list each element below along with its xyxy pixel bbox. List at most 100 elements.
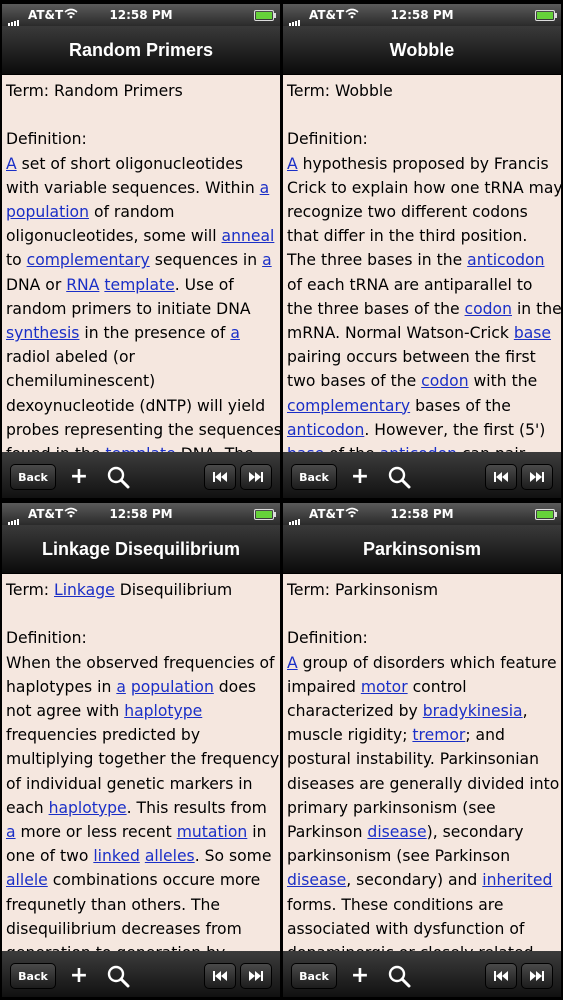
text-line: allele combinations occure more (6, 868, 278, 892)
text-line: multiplying together the frequency (6, 747, 280, 771)
glossary-link[interactable]: base (287, 445, 324, 452)
text-segment: multiplying together the frequency (6, 750, 280, 769)
text-line: Term: Wobble (287, 79, 559, 103)
glossary-link[interactable]: a (260, 179, 270, 197)
definition-content[interactable]: Term: Wobble Definition: A hypothesis pro… (283, 75, 561, 452)
glossary-link[interactable]: template (105, 445, 175, 452)
glossary-link[interactable]: alleles (145, 847, 195, 865)
back-button[interactable]: Back (291, 464, 337, 490)
next-term-button[interactable] (521, 464, 553, 490)
previous-term-button[interactable] (204, 464, 236, 490)
text-line: population of random (6, 200, 278, 224)
text-line: anticodon. However, the first (5') (287, 418, 559, 442)
text-segment: in (247, 823, 267, 842)
glossary-link[interactable]: codon (465, 300, 512, 318)
glossary-link[interactable]: disease (287, 871, 346, 889)
text-line: Term: Parkinsonism (287, 578, 559, 602)
text-line: oligonucleotides, some will anneal (6, 224, 278, 248)
text-segment: parkinsonism (see Parkinson (287, 847, 511, 866)
previous-term-button[interactable] (485, 963, 517, 989)
text-segment: . This results from (126, 798, 267, 817)
status-time: 12:58 PM (109, 8, 173, 22)
definition-content[interactable]: Term: Linkage Disequilibrium Definition:… (2, 574, 280, 951)
glossary-link[interactable]: complementary (27, 251, 150, 269)
add-bookmark-button[interactable]: + (347, 963, 373, 989)
glossary-link[interactable]: disease (367, 823, 426, 841)
status-time: 12:58 PM (109, 507, 173, 521)
text-segment: . So some (194, 847, 272, 866)
add-bookmark-button[interactable]: + (66, 963, 92, 989)
next-term-button[interactable] (240, 464, 272, 490)
navigation-bar: Linkage Disequilibrium (2, 525, 280, 574)
text-line: of each tRNA are antiparallel to (287, 273, 559, 297)
glossary-link[interactable]: base (514, 324, 551, 342)
add-bookmark-button[interactable]: + (347, 464, 373, 490)
bottom-toolbar: Back + (283, 951, 561, 997)
glossary-link[interactable]: a (116, 678, 126, 696)
text-line: Definition: (287, 127, 559, 151)
add-bookmark-button[interactable]: + (66, 464, 92, 490)
text-line: A hypothesis proposed by Francis (287, 152, 559, 176)
glossary-link[interactable]: population (6, 203, 89, 221)
glossary-link[interactable]: linked (93, 847, 140, 865)
search-button[interactable] (385, 463, 413, 491)
search-button[interactable] (104, 962, 132, 990)
glossary-link[interactable]: A (287, 155, 298, 173)
glossary-link[interactable]: A (287, 654, 298, 672)
glossary-link[interactable]: allele (6, 871, 48, 889)
glossary-link[interactable]: anticodon (380, 445, 457, 452)
glossary-link[interactable]: anticodon (467, 251, 544, 269)
battery-icon (254, 509, 276, 520)
text-line: pairing occurs between the first (287, 345, 559, 369)
glossary-link[interactable]: haplotype (49, 799, 127, 817)
glossary-link[interactable]: template (104, 276, 174, 294)
previous-term-button[interactable] (204, 963, 236, 989)
text-segment: associated with dysfunction of (287, 919, 525, 938)
glossary-link[interactable]: a (230, 324, 240, 342)
glossary-link[interactable]: mutation (177, 823, 248, 841)
search-button[interactable] (104, 463, 132, 491)
glossary-link[interactable]: anneal (222, 227, 275, 245)
text-line: Term: Random Primers (6, 79, 278, 103)
glossary-link[interactable]: motor (361, 678, 408, 696)
search-button[interactable] (385, 962, 413, 990)
glossary-link[interactable]: complementary (287, 397, 410, 415)
text-line: a more or less recent mutation in (6, 820, 278, 844)
definition-content[interactable]: Term: Random Primers Definition: A set of… (2, 75, 280, 452)
glossary-link[interactable]: bradykinesia (423, 702, 523, 720)
text-line: the three bases of the codon in the (287, 297, 561, 321)
glossary-link[interactable]: RNA (66, 276, 99, 294)
navigation-bar: Wobble (283, 26, 561, 75)
glossary-link[interactable]: anticodon (287, 421, 364, 439)
back-button[interactable]: Back (10, 963, 56, 989)
glossary-link[interactable]: a (262, 251, 272, 269)
text-segment: in the presence of (79, 324, 231, 343)
text-segment: sequences in (149, 251, 263, 270)
glossary-link[interactable]: A (6, 155, 17, 173)
text-segment: Term: (6, 581, 55, 599)
text-segment: , secondary) and (346, 871, 483, 890)
text-segment: group of disorders which feature (297, 653, 557, 672)
glossary-link[interactable]: inherited (482, 871, 552, 889)
status-bar: AT&T 12:58 PM (283, 4, 561, 26)
glossary-link[interactable]: population (131, 678, 214, 696)
text-line: parkinsonism (see Parkinson (287, 844, 559, 868)
previous-term-button[interactable] (485, 464, 517, 490)
definition-content[interactable]: Term: Parkinsonism Definition: A group of… (283, 574, 561, 951)
glossary-link[interactable]: Linkage (54, 581, 115, 599)
glossary-link[interactable]: synthesis (6, 324, 79, 342)
glossary-link[interactable]: a (6, 823, 16, 841)
text-line: muscle rigidity; tremor; and (287, 723, 559, 747)
text-line: Definition: (6, 626, 278, 650)
glossary-link[interactable]: haplotype (124, 702, 202, 720)
next-term-button[interactable] (240, 963, 272, 989)
next-term-button[interactable] (521, 963, 553, 989)
back-button[interactable]: Back (10, 464, 56, 490)
glossary-link[interactable]: codon (421, 372, 468, 390)
back-button[interactable]: Back (291, 963, 337, 989)
text-segment: characterized by (287, 702, 423, 721)
text-segment: of each tRNA are antiparallel to (287, 275, 533, 294)
plus-icon: + (350, 963, 370, 988)
glossary-link[interactable]: tremor (412, 726, 465, 744)
text-segment: Definition: (6, 130, 87, 149)
